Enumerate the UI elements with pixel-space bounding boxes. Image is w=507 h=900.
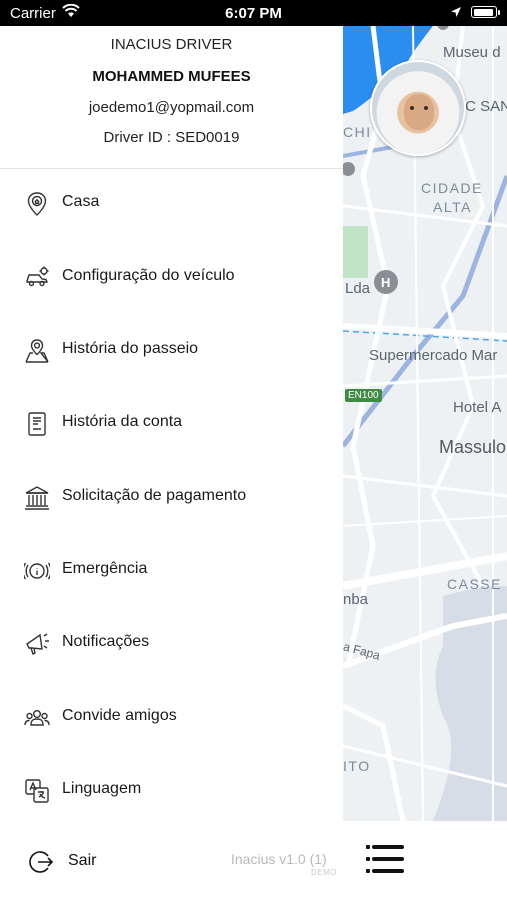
logout-label: Sair [68, 852, 97, 869]
menu-item-language[interactable]: Linguagem [0, 765, 343, 815]
menu-item-label: Emergência [62, 560, 148, 577]
group-users-icon [24, 705, 50, 731]
menu-hamburger-icon[interactable] [366, 845, 406, 875]
map-label: CIDADE [421, 180, 483, 196]
logout-icon [28, 849, 54, 875]
menu-item-label: História do passeio [62, 340, 199, 357]
build-tag: DEMO [311, 868, 337, 877]
map-label: nba [343, 591, 369, 608]
driver-name: MOHAMMED MUFEES [92, 68, 251, 85]
translate-icon [24, 778, 50, 804]
menu-item-vehicle-settings[interactable]: Configuração do veículo [0, 252, 343, 302]
emergency-info-icon [22, 558, 52, 584]
menu-item-casa[interactable]: Casa [0, 178, 343, 228]
map-label: ITO [343, 758, 371, 774]
map-label: ALTA [433, 199, 472, 215]
side-drawer: INACIUS DRIVER MOHAMMED MUFEES joedemo1@… [0, 26, 343, 900]
location-arrow-icon [450, 5, 462, 22]
menu-item-label: Convide amigos [62, 707, 177, 724]
map-label: Massulo [439, 437, 507, 457]
menu-item-label: História da conta [62, 413, 183, 430]
menu-item-invite-friends[interactable]: Convide amigos [0, 692, 343, 742]
menu-item-emergency[interactable]: Emergência [0, 545, 343, 595]
megaphone-icon [24, 631, 50, 657]
bank-icon [24, 485, 50, 511]
road-badge: EN100 [345, 389, 382, 402]
clock: 6:07 PM [225, 5, 282, 22]
account-history-receipt-icon [24, 411, 50, 437]
drawer-header: INACIUS DRIVER MOHAMMED MUFEES joedemo1@… [0, 26, 343, 169]
map-label: Museu d [443, 44, 501, 61]
map-label: Hotel A [453, 399, 502, 416]
vehicle-settings-icon [24, 265, 50, 291]
menu-item-ride-history[interactable]: História do passeio [0, 325, 343, 375]
home-pin-icon [24, 191, 50, 217]
map-label: CHI [343, 124, 372, 140]
menu-item-account-history[interactable]: História da conta [0, 398, 343, 448]
bottom-bar: Sair Inacius v1.0 (1) DEMO [0, 821, 507, 900]
menu-item-label: Solicitação de pagamento [62, 487, 247, 504]
ride-history-map-icon [24, 338, 50, 364]
map-label: Lda [345, 280, 371, 297]
menu-item-label: Notificações [62, 633, 150, 650]
menu-item-notifications[interactable]: Notificações [0, 618, 343, 668]
app-name: INACIUS DRIVER [110, 36, 233, 53]
map-label: Supermercado Mar [369, 347, 498, 364]
map-label: CASSE [447, 576, 502, 592]
app-version: Inacius v1.0 (1) [231, 851, 327, 867]
battery-icon [471, 6, 500, 18]
menu-item-label: Configuração do veículo [62, 267, 235, 284]
driver-email: joedemo1@yopmail.com [88, 99, 255, 116]
status-bar: Carrier 6:07 PM [0, 0, 507, 26]
driver-id: Driver ID : SED0019 [103, 129, 240, 146]
driver-avatar[interactable] [370, 60, 466, 156]
menu-item-label: Linguagem [62, 780, 142, 797]
menu-item-label: Casa [62, 193, 100, 210]
svg-text:H: H [381, 275, 390, 290]
menu-item-payment-request[interactable]: Solicitação de pagamento [0, 472, 343, 522]
map-label: IC SAN [461, 98, 507, 115]
